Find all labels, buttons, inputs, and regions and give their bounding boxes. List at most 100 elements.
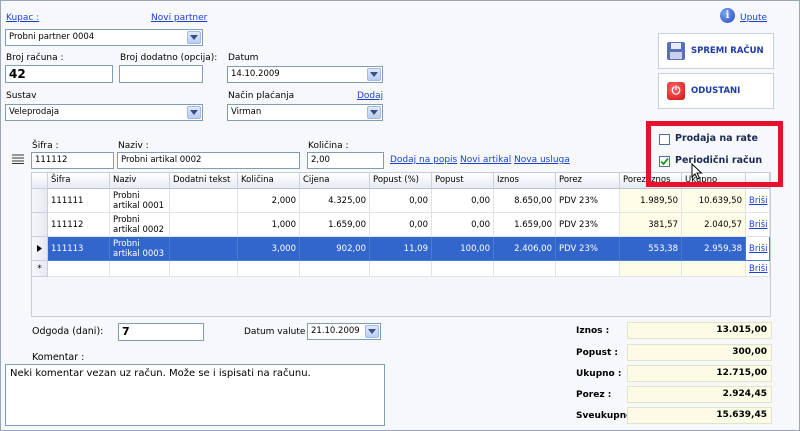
- cell-sifra[interactable]: 111111: [48, 189, 110, 213]
- cell-sifra[interactable]: 111112: [48, 213, 110, 237]
- row-header[interactable]: [32, 213, 48, 237]
- col-header[interactable]: Dodatni tekst: [170, 173, 238, 189]
- kupac-select[interactable]: Probni partner 0004: [5, 29, 203, 46]
- cell-iznos[interactable]: 8.650,00: [494, 189, 556, 213]
- delete-link[interactable]: Briši: [746, 189, 770, 213]
- upute-link[interactable]: Upute: [740, 13, 767, 23]
- chevron-down-icon[interactable]: [367, 106, 381, 119]
- cell-ukupno[interactable]: 10.639,50: [682, 189, 746, 213]
- new-cell[interactable]: [48, 261, 110, 277]
- cell-porez[interactable]: PDV 23%: [556, 213, 620, 237]
- nacin-placanja-label: Način plaćanja: [228, 91, 295, 101]
- table-new-row[interactable]: * Briši: [32, 261, 770, 277]
- new-cell[interactable]: [370, 261, 432, 277]
- new-cell[interactable]: [110, 261, 170, 277]
- col-header[interactable]: Cijena: [300, 173, 370, 189]
- cell-iznos[interactable]: 2.406,00: [494, 237, 556, 261]
- nacin-placanja-select[interactable]: Virman: [227, 104, 383, 121]
- kupac-value: Probni partner 0004: [9, 32, 95, 42]
- highlight-box: [646, 121, 783, 187]
- naziv-label: Naziv :: [118, 141, 149, 151]
- new-cell[interactable]: [170, 261, 238, 277]
- cell-kolicina[interactable]: 3,000: [238, 237, 300, 261]
- col-header[interactable]: Porez: [556, 173, 620, 189]
- nova-usluga-link[interactable]: Nova usluga: [514, 155, 570, 165]
- datum-picker[interactable]: 14.10.2009: [227, 66, 383, 83]
- cell-naziv[interactable]: Probni artikal 0002: [110, 213, 170, 237]
- chevron-down-icon[interactable]: [367, 68, 381, 81]
- new-cell[interactable]: [556, 261, 620, 277]
- cell-ukupno[interactable]: 2.959,38: [682, 237, 746, 261]
- cell-popust[interactable]: 0,00: [432, 189, 494, 213]
- datum-valute-picker[interactable]: 21.10.2009: [307, 323, 381, 340]
- odgoda-input[interactable]: 7: [118, 323, 204, 341]
- cell-popust-pct[interactable]: 11,09: [370, 237, 432, 261]
- cell-cijena[interactable]: 4.325,00: [300, 189, 370, 213]
- cell-dodatni-tekst[interactable]: [170, 189, 238, 213]
- nacin-dodaj-link[interactable]: Dodaj: [357, 91, 383, 101]
- komentar-textarea[interactable]: Neki komentar vezan uz račun. Može se i …: [5, 364, 385, 426]
- delete-link[interactable]: Briši: [746, 261, 770, 277]
- items-table[interactable]: Šifra Naziv Dodatni tekst Količina Cijen…: [31, 172, 771, 317]
- cell-dodatni-tekst[interactable]: [170, 237, 238, 261]
- sifra-input[interactable]: 111112: [31, 152, 114, 169]
- cell-cijena[interactable]: 1.659,00: [300, 213, 370, 237]
- new-cell[interactable]: [300, 261, 370, 277]
- cell-porez[interactable]: PDV 23%: [556, 237, 620, 261]
- table-row[interactable]: 111112 Probni artikal 0002 1,000 1.659,0…: [32, 213, 770, 237]
- kolicina-input[interactable]: 2,00: [307, 152, 384, 169]
- iznos-total-value: 13.015,00: [627, 322, 772, 339]
- cancel-button[interactable]: ⏻ ODUSTANI: [658, 73, 774, 109]
- new-row-marker[interactable]: *: [32, 261, 48, 277]
- novi-artikal-link[interactable]: Novi artikal: [460, 155, 511, 165]
- col-header[interactable]: Iznos: [494, 173, 556, 189]
- col-header[interactable]: Šifra: [48, 173, 110, 189]
- novi-partner-link[interactable]: Novi partner: [151, 13, 207, 23]
- cell-porez-iznos[interactable]: 1.989,50: [620, 189, 682, 213]
- cell-cijena[interactable]: 902,00: [300, 237, 370, 261]
- row-header[interactable]: [32, 189, 48, 213]
- cell-porez-iznos[interactable]: 553,38: [620, 237, 682, 261]
- current-row-arrow-icon[interactable]: [32, 237, 48, 261]
- cell-kolicina[interactable]: 1,000: [238, 213, 300, 237]
- cell-naziv[interactable]: Probni artikal 0003: [110, 237, 170, 261]
- broj-racuna-input[interactable]: 42: [5, 65, 113, 83]
- cell-popust[interactable]: 100,00: [432, 237, 494, 261]
- cell-porez[interactable]: PDV 23%: [556, 189, 620, 213]
- cell-dodatni-tekst[interactable]: [170, 213, 238, 237]
- col-header[interactable]: Naziv: [110, 173, 170, 189]
- save-button[interactable]: SPREMI RAČUN: [658, 33, 774, 69]
- table-row-selected[interactable]: 111113 Probni artikal 0003 3,000 902,00 …: [32, 237, 770, 261]
- cell-iznos[interactable]: 1.659,00: [494, 213, 556, 237]
- broj-dodatno-input[interactable]: [119, 65, 203, 83]
- cell-ukupno[interactable]: 2.040,57: [682, 213, 746, 237]
- delete-link[interactable]: Briši: [746, 237, 770, 261]
- table-row[interactable]: 111111 Probni artikal 0001 2,000 4.325,0…: [32, 189, 770, 213]
- chevron-down-icon[interactable]: [187, 31, 201, 44]
- cell-porez-iznos[interactable]: 381,57: [620, 213, 682, 237]
- new-cell[interactable]: [432, 261, 494, 277]
- cell-naziv[interactable]: Probni artikal 0001: [110, 189, 170, 213]
- kupac-link[interactable]: Kupac :: [6, 13, 39, 23]
- popust-total-label: Popust :: [576, 348, 619, 358]
- dodaj-na-popis-link[interactable]: Dodaj na popis: [390, 155, 457, 165]
- chevron-down-icon[interactable]: [187, 106, 201, 119]
- cell-popust-pct[interactable]: 0,00: [370, 189, 432, 213]
- new-cell[interactable]: [620, 261, 682, 277]
- cell-popust[interactable]: 0,00: [432, 213, 494, 237]
- col-header[interactable]: Popust: [432, 173, 494, 189]
- naziv-input[interactable]: Probni artikal 0002: [117, 152, 300, 169]
- col-header[interactable]: Količina: [238, 173, 300, 189]
- invoice-window: Kupac : Novi partner Probni partner 0004…: [0, 0, 800, 431]
- new-cell[interactable]: [682, 261, 746, 277]
- new-cell[interactable]: [238, 261, 300, 277]
- info-icon[interactable]: i: [720, 8, 735, 23]
- cell-sifra[interactable]: 111113: [48, 237, 110, 261]
- cell-popust-pct[interactable]: 0,00: [370, 213, 432, 237]
- delete-link[interactable]: Briši: [746, 213, 770, 237]
- sustav-select[interactable]: Veleprodaja: [5, 104, 203, 121]
- cell-kolicina[interactable]: 2,000: [238, 189, 300, 213]
- new-cell[interactable]: [494, 261, 556, 277]
- col-header[interactable]: Popust (%): [370, 173, 432, 189]
- chevron-down-icon[interactable]: [365, 325, 379, 338]
